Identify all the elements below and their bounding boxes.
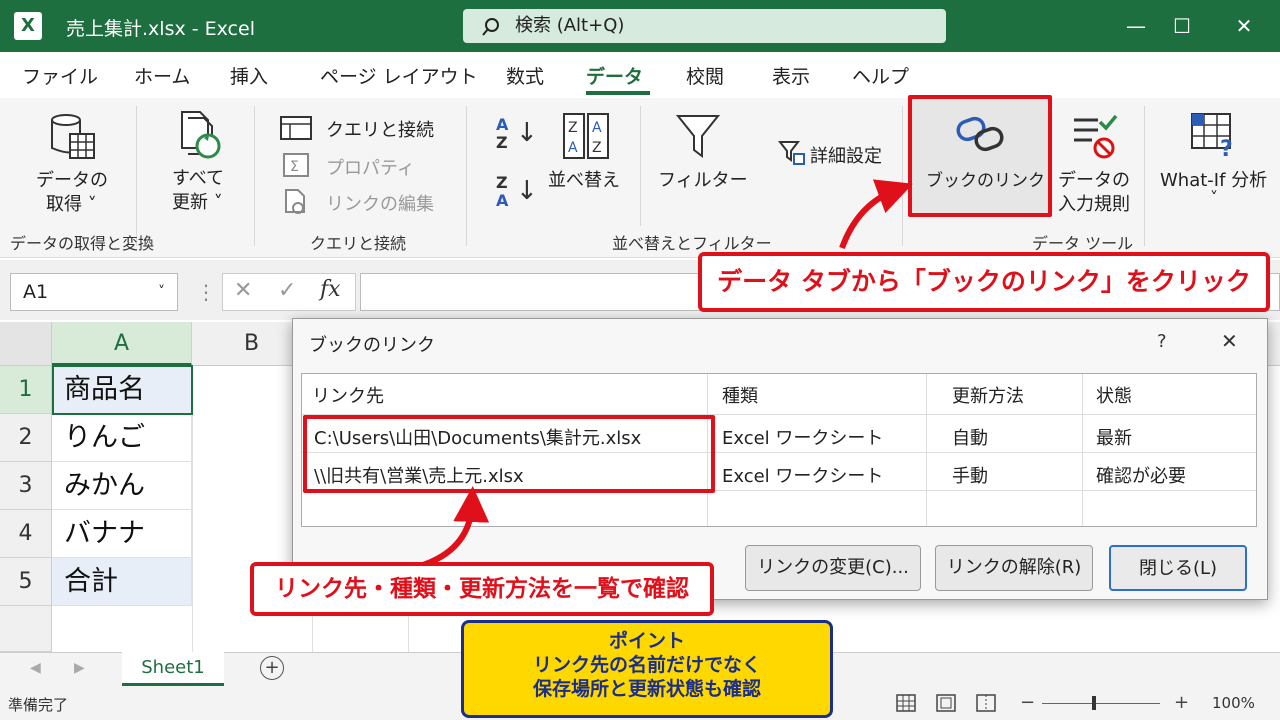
- callout-check-list: リンク先・種類・更新方法を一覧で確認: [250, 562, 714, 616]
- point-title: ポイント: [608, 630, 685, 652]
- point-line-1: リンク先の名前だけでなく: [532, 654, 761, 676]
- callout-click-workbook-links: データ タブから「ブックのリンク」をクリック: [698, 252, 1270, 312]
- arrow-to-link-paths: [419, 486, 490, 569]
- point-note: ポイント リンク先の名前だけでなく 保存場所と更新状態も確認: [461, 620, 833, 718]
- arrow-to-workbook-links: [839, 179, 913, 250]
- point-line-2: 保存場所と更新状態も確認: [532, 678, 761, 700]
